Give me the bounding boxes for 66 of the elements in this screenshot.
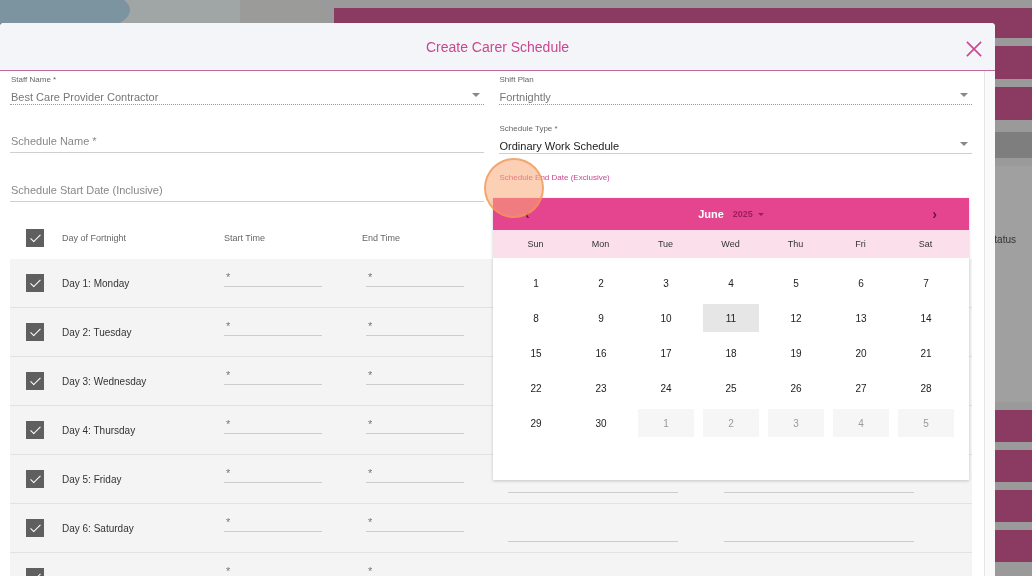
calendar-day[interactable]: 22 xyxy=(508,374,564,402)
calendar-day[interactable]: 30 xyxy=(573,409,629,437)
calendar-day[interactable]: 6 xyxy=(833,269,889,297)
calendar-day[interactable]: 21 xyxy=(898,339,954,367)
time-field[interactable]: * xyxy=(224,365,322,385)
input-field[interactable]: Schedule Start Date (Inclusive) xyxy=(10,171,484,202)
calendar-day[interactable]: 1 xyxy=(508,269,564,297)
calendar-day[interactable]: 2 xyxy=(573,269,629,297)
day-label: Day 3: Wednesday xyxy=(62,375,148,387)
column-header: Start Time xyxy=(224,233,266,243)
time-field[interactable]: * xyxy=(366,463,464,483)
weekday-label: Fri xyxy=(854,239,867,249)
time-field[interactable]: * xyxy=(224,414,322,434)
time-field[interactable]: * xyxy=(224,316,322,336)
calendar-day[interactable]: 23 xyxy=(573,374,629,402)
time-field[interactable]: * xyxy=(366,512,464,532)
input-field[interactable]: Schedule Name * xyxy=(10,122,484,153)
time-field[interactable]: * xyxy=(224,512,322,532)
day-label: Day 5: Friday xyxy=(62,473,123,485)
weekday-label: Sat xyxy=(917,239,934,249)
calendar-day[interactable]: 13 xyxy=(833,304,889,332)
calendar-day[interactable]: 7 xyxy=(898,269,954,297)
calendar-day[interactable]: 17 xyxy=(638,339,694,367)
calendar-day[interactable]: 4 xyxy=(703,269,759,297)
column-header: Day of Fortnight xyxy=(62,233,128,243)
column-header: End Time xyxy=(362,233,402,243)
column-heading: tatus xyxy=(994,234,1016,245)
month-label: June xyxy=(698,208,724,220)
weekday-label: Tue xyxy=(656,239,675,249)
calendar-day[interactable]: 11 xyxy=(703,304,759,332)
calendar-day[interactable]: 16 xyxy=(573,339,629,367)
dialog-title: Create Carer Schedule xyxy=(425,38,570,55)
calendar-day[interactable]: 20 xyxy=(833,339,889,367)
time-field[interactable]: * xyxy=(366,561,464,576)
calendar-day[interactable]: 26 xyxy=(768,374,824,402)
calendar-day[interactable]: 8 xyxy=(508,304,564,332)
calendar-day[interactable]: 5 xyxy=(768,269,824,297)
calendar-day[interactable]: 24 xyxy=(638,374,694,402)
weekday-label: Sun xyxy=(526,239,545,249)
time-field[interactable]: * xyxy=(366,267,464,287)
day-label: Day 4: Thursday xyxy=(62,424,137,436)
calendar-day[interactable]: 14 xyxy=(898,304,954,332)
time-field[interactable]: * xyxy=(224,561,322,576)
weekday-label: Thu xyxy=(786,239,805,249)
day-label: Day 6: Saturday xyxy=(62,522,135,534)
calendar-day[interactable]: 3 xyxy=(638,269,694,297)
time-field[interactable]: * xyxy=(366,365,464,385)
time-field[interactable]: * xyxy=(366,316,464,336)
calendar-day[interactable]: 9 xyxy=(573,304,629,332)
calendar-day[interactable]: 15 xyxy=(508,339,564,367)
time-field[interactable]: * xyxy=(224,463,322,483)
calendar-day[interactable]: 19 xyxy=(768,339,824,367)
calendar-day[interactable]: 25 xyxy=(703,374,759,402)
calendar-day[interactable]: 10 xyxy=(638,304,694,332)
select-field[interactable]: Schedule Type * Ordinary Work Schedule xyxy=(498,122,972,154)
day-label: Day 1: Monday xyxy=(62,277,131,289)
calendar-day[interactable]: 18 xyxy=(703,339,759,367)
calendar-day[interactable]: 29 xyxy=(508,409,564,437)
time-field[interactable]: * xyxy=(224,267,322,287)
weekday-label: Wed xyxy=(720,239,741,249)
calendar-day[interactable]: 28 xyxy=(898,374,954,402)
calendar-day[interactable]: 27 xyxy=(833,374,889,402)
day-label: Day 2: Tuesday xyxy=(62,326,133,338)
calendar-day[interactable]: 12 xyxy=(768,304,824,332)
weekday-label: Mon xyxy=(590,239,611,249)
time-field[interactable]: * xyxy=(366,414,464,434)
